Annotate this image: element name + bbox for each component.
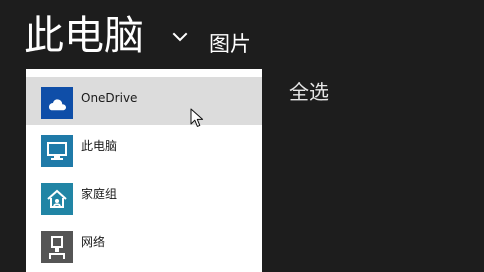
folder-subtitle[interactable]: 图片 bbox=[209, 30, 251, 58]
menu-item-this-pc[interactable]: 此电脑 bbox=[26, 125, 262, 173]
menu-item-network[interactable]: 网络 bbox=[26, 221, 262, 269]
location-title[interactable]: 此电脑 bbox=[24, 10, 144, 62]
menu-item-label: 网络 bbox=[81, 235, 106, 249]
menu-item-label: 家庭组 bbox=[81, 187, 118, 201]
network-icon bbox=[41, 231, 73, 263]
homegroup-icon bbox=[41, 183, 73, 215]
menu-item-label: OneDrive bbox=[81, 91, 138, 105]
chevron-down-icon[interactable] bbox=[171, 30, 189, 44]
top-bar: 此电脑 图片 bbox=[0, 0, 484, 70]
this-pc-icon bbox=[41, 135, 73, 167]
menu-item-onedrive[interactable]: OneDrive bbox=[26, 77, 262, 125]
menu-item-homegroup[interactable]: 家庭组 bbox=[26, 173, 262, 221]
location-dropdown-menu: OneDrive 此电脑 家庭组 网络 bbox=[26, 69, 262, 272]
select-all-button[interactable]: 全选 bbox=[289, 78, 329, 106]
menu-item-label: 此电脑 bbox=[81, 139, 118, 153]
onedrive-icon bbox=[41, 87, 73, 119]
menu-top-spacer bbox=[26, 69, 262, 77]
